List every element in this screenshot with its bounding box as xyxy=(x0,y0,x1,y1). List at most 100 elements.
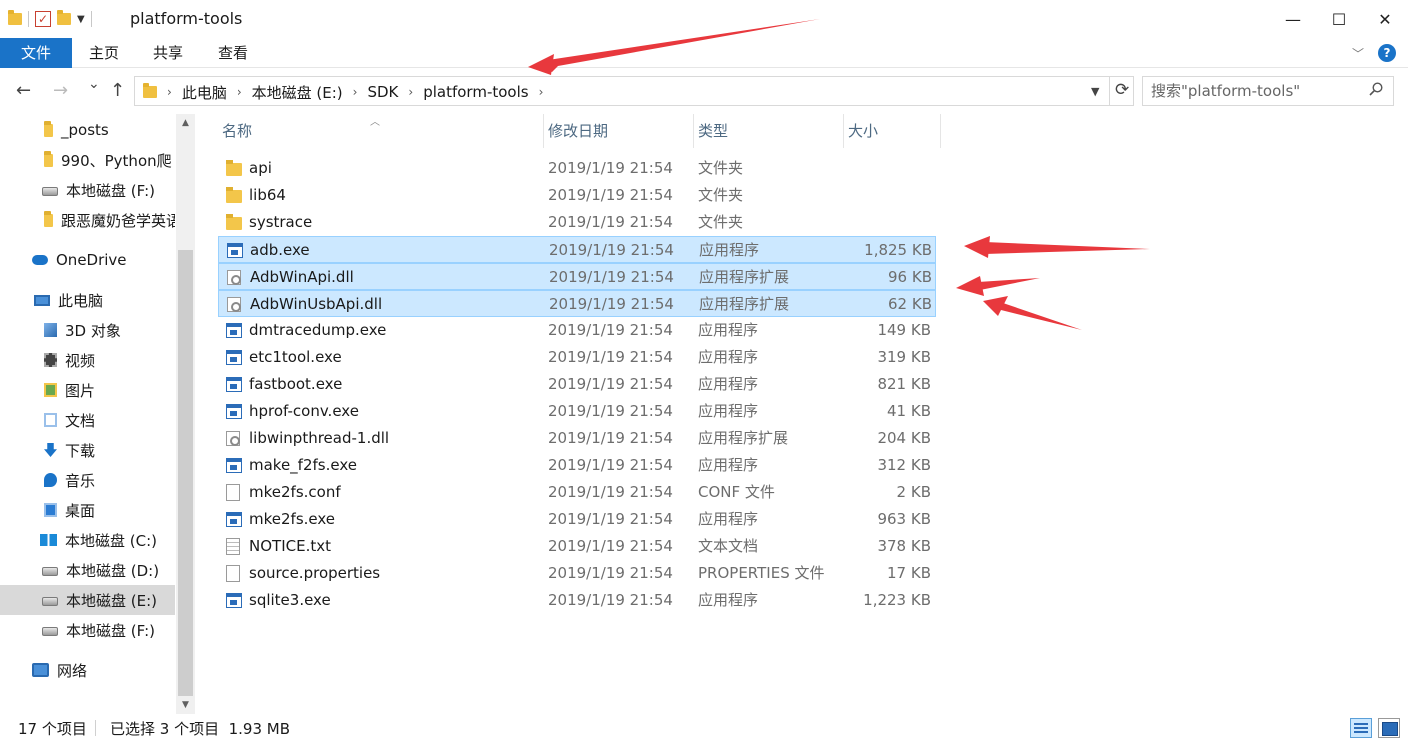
file-row[interactable]: make_f2fs.exe 2019/1/19 21:54 应用程序 312 KB xyxy=(218,452,936,479)
file-row[interactable]: adb.exe 2019/1/19 21:54 应用程序 1,825 KB xyxy=(218,236,936,263)
search-icon[interactable] xyxy=(1369,82,1383,96)
tab-file[interactable]: 文件 xyxy=(0,38,72,68)
scrollbar-thumb[interactable] xyxy=(178,250,193,696)
file-name: dmtracedump.exe xyxy=(249,321,387,339)
sidebar-item-drive-d[interactable]: 本地磁盘 (D:) xyxy=(0,555,175,585)
sidebar-item-drive-f[interactable]: 本地磁盘 (F:) xyxy=(0,615,175,645)
sidebar-item-english[interactable]: 跟恶魔奶爸学英语 xyxy=(0,205,175,235)
sidebar-item-music[interactable]: 音乐 xyxy=(0,465,175,495)
sidebar-item-this-pc[interactable]: 此电脑 xyxy=(0,285,175,315)
breadcrumb-separator-icon[interactable]: › xyxy=(167,85,172,99)
recent-locations-dropdown[interactable]: ⌄ xyxy=(88,76,100,92)
column-header-size[interactable]: 大小 xyxy=(844,114,941,148)
file-row[interactable]: dmtracedump.exe 2019/1/19 21:54 应用程序 149 KB xyxy=(218,317,936,344)
maximize-button[interactable]: ☐ xyxy=(1316,0,1362,38)
file-date: 2019/1/19 21:54 xyxy=(548,429,673,447)
file-size: 149 KB xyxy=(877,321,931,339)
tab-home[interactable]: 主页 xyxy=(82,38,126,68)
sidebar-item-onedrive[interactable]: OneDrive xyxy=(0,245,175,275)
sidebar-item-downloads[interactable]: 下载 xyxy=(0,435,175,465)
properties-check-icon[interactable]: ✓ xyxy=(35,11,51,27)
file-size: 96 KB xyxy=(888,268,932,286)
sidebar-item-documents[interactable]: 文档 xyxy=(0,405,175,435)
help-icon[interactable]: ? xyxy=(1378,44,1396,62)
file-row[interactable]: libwinpthread-1.dll 2019/1/19 21:54 应用程序扩展… xyxy=(218,425,936,452)
file-date: 2019/1/19 21:54 xyxy=(548,591,673,609)
file-row[interactable]: source.properties 2019/1/19 21:54 PROPERTI… xyxy=(218,560,936,587)
documents-icon xyxy=(44,413,57,427)
file-row[interactable]: etc1tool.exe 2019/1/19 21:54 应用程序 319 KB xyxy=(218,344,936,371)
large-icons-view-button[interactable] xyxy=(1378,718,1400,738)
music-icon xyxy=(44,473,57,487)
scroll-down-arrow-icon[interactable]: ▼ xyxy=(176,696,195,714)
forward-button[interactable]: → xyxy=(53,80,68,101)
sidebar-item-python[interactable]: 990、Python爬 xyxy=(0,145,175,175)
sidebar-item-desktop[interactable]: 桌面 xyxy=(0,495,175,525)
file-type: 应用程序 xyxy=(698,402,759,420)
sidebar-item-pictures[interactable]: 图片 xyxy=(0,375,175,405)
file-size: 963 KB xyxy=(877,510,931,528)
scroll-up-arrow-icon[interactable]: ▲ xyxy=(176,114,195,132)
sidebar-scrollbar[interactable]: ▲ ▼ xyxy=(176,114,195,714)
breadcrumb-separator-icon[interactable]: › xyxy=(539,85,544,99)
column-header-label: 名称 xyxy=(222,122,253,140)
column-header-type[interactable]: 类型 xyxy=(694,114,844,148)
refresh-icon[interactable]: ⟳ xyxy=(1115,80,1129,100)
file-row[interactable]: NOTICE.txt 2019/1/19 21:54 文本文档 378 KB xyxy=(218,533,936,560)
sidebar-item-network[interactable]: 网络 xyxy=(0,655,175,685)
file-type: 文件夹 xyxy=(698,213,744,231)
folder-icon xyxy=(143,83,157,98)
tab-view[interactable]: 查看 xyxy=(211,38,255,68)
new-folder-icon[interactable] xyxy=(57,10,71,25)
file-row[interactable]: AdbWinApi.dll 2019/1/19 21:54 应用程序扩展 96 KB xyxy=(218,263,936,290)
file-row[interactable]: api 2019/1/19 21:54 文件夹 xyxy=(218,155,936,182)
breadcrumb-drive-e[interactable]: 本地磁盘 (E:) xyxy=(252,82,343,103)
file-row[interactable]: AdbWinUsbApi.dll 2019/1/19 21:54 应用程序扩展 62 … xyxy=(218,290,936,317)
close-button[interactable]: ✕ xyxy=(1362,0,1408,38)
sidebar-item-label: 本地磁盘 (C:) xyxy=(65,531,157,550)
column-header-name[interactable]: 名称 ︿ xyxy=(218,114,544,148)
sidebar-item-posts[interactable]: _posts xyxy=(0,115,175,145)
file-name: mke2fs.exe xyxy=(249,510,336,528)
ribbon-tabs: 文件 主页 共享 查看 ﹀ ? xyxy=(0,38,1408,68)
file-date: 2019/1/19 21:54 xyxy=(548,564,673,582)
back-button[interactable]: ← xyxy=(16,80,31,101)
file-row[interactable]: sqlite3.exe 2019/1/19 21:54 应用程序 1,223 KB xyxy=(218,587,936,614)
sidebar-item-3d-objects[interactable]: 3D 对象 xyxy=(0,315,175,345)
minimize-button[interactable]: — xyxy=(1270,0,1316,38)
address-history-dropdown-icon[interactable]: ▼ xyxy=(1091,85,1099,98)
details-view-button[interactable] xyxy=(1350,718,1372,738)
file-row[interactable]: lib64 2019/1/19 21:54 文件夹 xyxy=(218,182,936,209)
sidebar-item-drive-f-quick[interactable]: 本地磁盘 (F:) xyxy=(0,175,175,205)
sidebar-item-videos[interactable]: 视频 xyxy=(0,345,175,375)
file-row[interactable]: systrace 2019/1/19 21:54 文件夹 xyxy=(218,209,936,236)
file-size: 378 KB xyxy=(877,537,931,555)
column-header-date[interactable]: 修改日期 xyxy=(544,114,694,148)
file-date: 2019/1/19 21:54 xyxy=(549,295,674,313)
address-bar[interactable]: › 此电脑 › 本地磁盘 (E:) › SDK › platform-tools… xyxy=(134,76,1134,106)
breadcrumb-this-pc[interactable]: 此电脑 xyxy=(182,82,227,103)
customize-toolbar-dropdown-icon[interactable]: ▼ xyxy=(77,14,85,25)
breadcrumb-separator-icon[interactable]: › xyxy=(353,85,358,99)
file-row[interactable]: mke2fs.conf 2019/1/19 21:54 CONF 文件 2 KB xyxy=(218,479,936,506)
file-icon xyxy=(226,565,240,582)
file-row[interactable]: fastboot.exe 2019/1/19 21:54 应用程序 821 KB xyxy=(218,371,936,398)
file-row[interactable]: hprof-conv.exe 2019/1/19 21:54 应用程序 41 KB xyxy=(218,398,936,425)
breadcrumb-sdk[interactable]: SDK xyxy=(367,83,398,101)
exe-icon xyxy=(226,593,242,608)
sidebar-item-drive-c[interactable]: 本地磁盘 (C:) xyxy=(0,525,175,555)
divider xyxy=(1109,77,1110,105)
search-box[interactable] xyxy=(1142,76,1394,106)
folder-icon xyxy=(226,160,242,176)
breadcrumb-separator-icon[interactable]: › xyxy=(408,85,413,99)
file-row[interactable]: mke2fs.exe 2019/1/19 21:54 应用程序 963 KB xyxy=(218,506,936,533)
expand-ribbon-chevron-icon[interactable]: ﹀ xyxy=(1352,45,1364,62)
tab-share[interactable]: 共享 xyxy=(146,38,190,68)
breadcrumb-platform-tools[interactable]: platform-tools xyxy=(423,83,528,101)
title-bar: ✓ ▼ platform-tools — ☐ ✕ xyxy=(0,0,1408,38)
sidebar-item-drive-e[interactable]: 本地磁盘 (E:) xyxy=(0,585,175,615)
up-button[interactable]: ↑ xyxy=(110,80,125,101)
file-name: source.properties xyxy=(249,564,381,582)
search-input[interactable] xyxy=(1151,81,1361,101)
breadcrumb-separator-icon[interactable]: › xyxy=(237,85,242,99)
